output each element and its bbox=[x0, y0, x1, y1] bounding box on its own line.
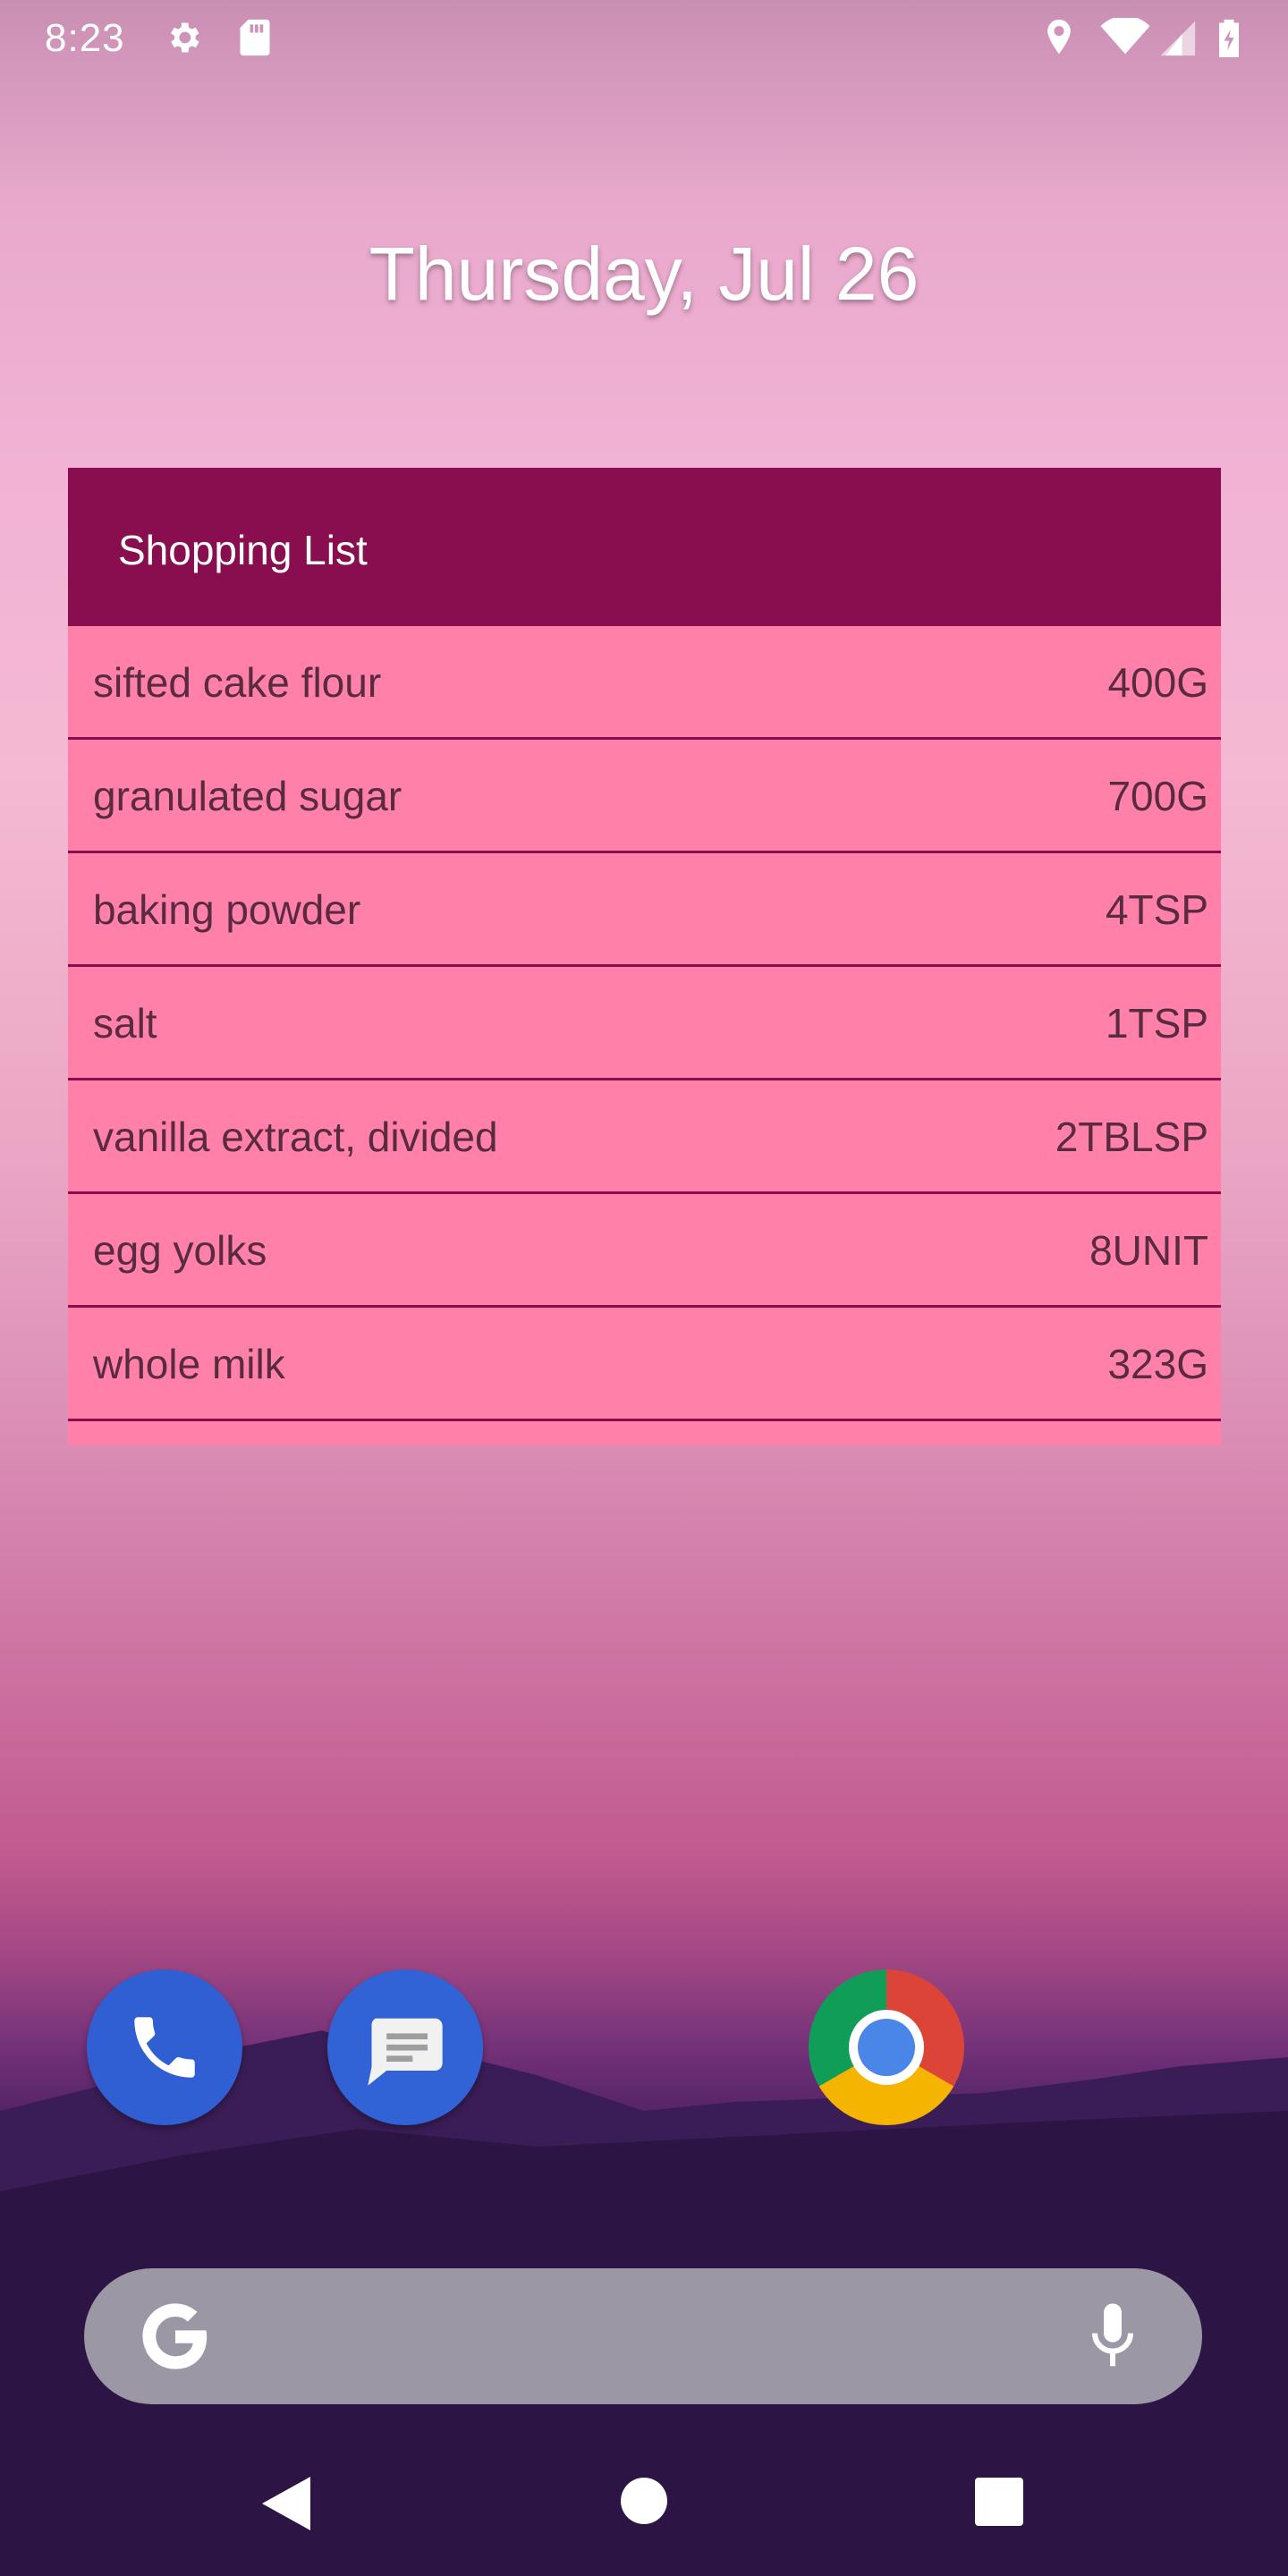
item-quantity: 8UNIT bbox=[1089, 1227, 1208, 1274]
widget-header: Shopping List bbox=[68, 468, 1221, 626]
chrome-icon bbox=[849, 2010, 924, 2085]
item-quantity: 700G bbox=[1107, 773, 1208, 819]
google-search-bar[interactable] bbox=[84, 2268, 1202, 2404]
chrome-icon-center bbox=[858, 2019, 915, 2076]
gear-icon bbox=[171, 22, 199, 53]
navigation-bar bbox=[0, 2451, 1288, 2558]
item-name: egg yolks bbox=[93, 1227, 267, 1274]
location-icon bbox=[1047, 19, 1071, 55]
item-quantity: 323G bbox=[1107, 1341, 1208, 1387]
google-g-icon bbox=[142, 2303, 208, 2369]
chrome-app-button[interactable] bbox=[809, 1970, 964, 2125]
status-bar: 8:23 bbox=[0, 0, 1288, 75]
widget-title: Shopping List bbox=[118, 527, 368, 573]
messages-icon bbox=[368, 2018, 443, 2086]
item-name: baking powder bbox=[93, 886, 361, 933]
item-name: sifted cake flour bbox=[93, 659, 382, 706]
date-display[interactable]: Thursday, Jul 26 bbox=[0, 231, 1288, 318]
back-icon[interactable] bbox=[259, 2474, 313, 2533]
status-time: 8:23 bbox=[45, 16, 125, 60]
messages-app-button[interactable] bbox=[327, 1970, 483, 2125]
list-item[interactable]: granulated sugar 700G bbox=[68, 740, 1221, 853]
list-item[interactable]: whole milk 323G bbox=[68, 1308, 1221, 1421]
list-item[interactable]: salt 1TSP bbox=[68, 967, 1221, 1080]
item-quantity: 400G bbox=[1107, 659, 1208, 706]
item-name: salt bbox=[93, 1000, 157, 1046]
list-item[interactable]: sifted cake flour 400G bbox=[68, 626, 1221, 740]
item-quantity: 4TSP bbox=[1105, 886, 1208, 933]
list-item[interactable]: egg yolks 8UNIT bbox=[68, 1194, 1221, 1308]
mic-icon[interactable] bbox=[1086, 2301, 1140, 2372]
item-quantity: 2TBLSP bbox=[1055, 1114, 1208, 1160]
battery-charging-icon bbox=[1219, 19, 1239, 57]
item-name: whole milk bbox=[93, 1341, 285, 1387]
item-name: granulated sugar bbox=[93, 773, 402, 819]
shopping-list-widget[interactable]: Shopping List sifted cake flour 400G gra… bbox=[68, 468, 1221, 1445]
signal-icon bbox=[1160, 21, 1196, 56]
home-icon[interactable] bbox=[621, 2478, 667, 2524]
item-quantity: 1TSP bbox=[1105, 1000, 1208, 1046]
sd-card-icon bbox=[240, 19, 270, 56]
phone-app-button[interactable] bbox=[87, 1970, 242, 2125]
item-name: vanilla extract, divided bbox=[93, 1114, 498, 1160]
phone-icon bbox=[134, 2017, 195, 2078]
recents-icon[interactable] bbox=[975, 2478, 1023, 2526]
list-item[interactable]: vanilla extract, divided 2TBLSP bbox=[68, 1080, 1221, 1194]
wifi-icon bbox=[1100, 18, 1150, 55]
list-item[interactable]: baking powder 4TSP bbox=[68, 853, 1221, 967]
